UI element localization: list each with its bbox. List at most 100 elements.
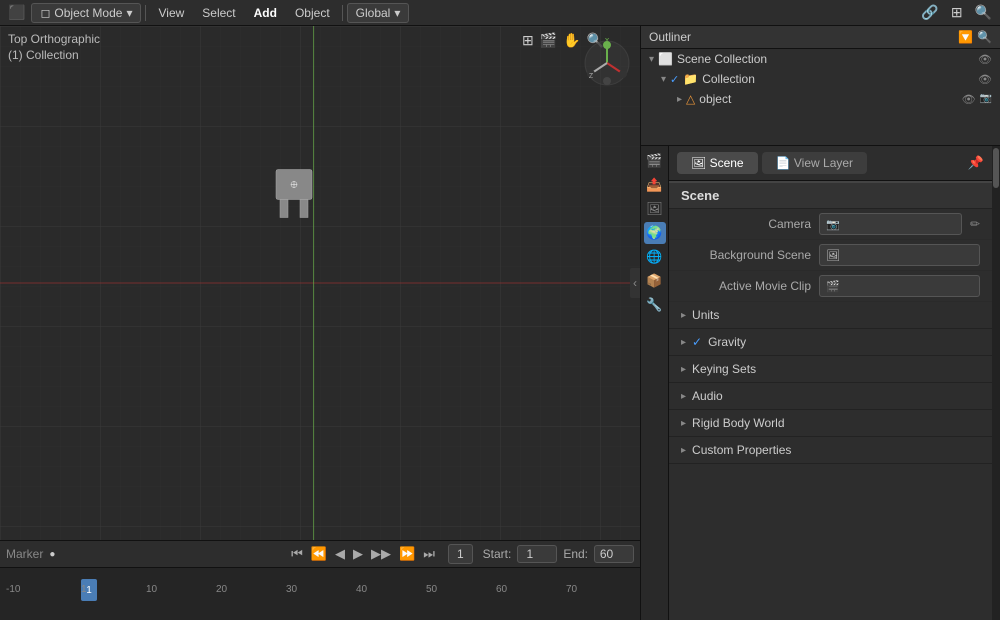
pin-icon[interactable]: 📌 [968,155,984,171]
view-layer-tab-icon: 📄 [776,156,794,170]
view-layer-props-btn[interactable]: 🖼 [644,198,666,220]
editor-type-icon[interactable]: ⬛ [4,2,29,23]
end-label: End: [563,547,588,561]
obj-label: object [699,92,731,106]
mesh-display-icon[interactable]: ⊞ [522,32,534,49]
obj-icon: △ [686,92,695,106]
custom-properties-collapse-header[interactable]: ▸ Custom Properties [669,437,992,463]
pan-icon[interactable]: ✋ [563,32,580,49]
overlay-icon[interactable]: ⊞ [947,2,967,23]
next-keyframe-btn[interactable]: ⏩ [396,545,418,563]
timeline-ruler[interactable]: 1 -10 1 10 20 30 40 50 60 70 [0,568,640,620]
camera-edit-icon[interactable]: ✏ [970,217,980,231]
prev-keyframe-btn[interactable]: ⏪ [308,545,330,563]
panel-collapse-button[interactable]: ‹ [630,268,640,298]
properties-scrollbar[interactable] [992,146,1000,620]
properties-icon-bar: 🎬 📤 🖼 🌍 🌐 📦 🔧 [641,146,669,620]
timeline-controls: Marker ● ⏮ ⏪ ◀ ▶ ▶▶ ⏩ ⏭ 1 Start: End: [0,541,640,568]
custom-properties-section: ▸ Custom Properties [669,437,992,464]
menu-object[interactable]: Object [287,4,338,22]
tab-view-layer[interactable]: 📄 View Layer [762,152,867,174]
eye-icon-0[interactable]: 👁 [978,53,992,66]
units-label: Units [692,308,719,322]
viewport-vis-icon[interactable]: 👁 [962,93,976,106]
gravity-label: Gravity [708,335,746,349]
tab-scene[interactable]: 🖼 Scene [677,152,758,174]
coll-label: Collection [702,72,755,86]
ruler-mark-20: 20 [216,584,227,595]
filter-icon[interactable]: 🔽 [958,30,973,44]
keying-sets-section: ▸ Keying Sets [669,356,992,383]
keying-sets-collapse-header[interactable]: ▸ Keying Sets [669,356,992,382]
start-frame-input[interactable] [517,545,557,563]
right-panel: Outliner 🔽 🔍 ▾ ⬜ Scene Collection 👁 ▾ ✓ [640,26,1000,620]
gravity-check[interactable]: ✓ [692,335,702,349]
search-outline-icon[interactable]: 🔍 [977,30,992,44]
bg-scene-value[interactable]: 🖼 [819,244,980,266]
scene-coll-icon: ⬜ [658,52,673,66]
modifier-props-btn[interactable]: 🔧 [644,294,666,316]
playback-controls: ⏮ ⏪ ◀ ▶ ▶▶ ⏩ ⏭ [288,545,438,563]
jump-start-btn[interactable]: ⏮ [288,545,306,563]
eye-icon-1[interactable]: 👁 [978,73,992,86]
outliner-item-collection[interactable]: ▾ ✓ 📁 Collection 👁 [641,69,1000,89]
viewport-grid [0,26,640,540]
scene-props-btn[interactable]: 🌍 [644,222,666,244]
outliner-item-object[interactable]: ▸ △ object 👁 📷 [641,89,1000,109]
ruler-mark-1: 1 [81,584,87,595]
mode-selector[interactable]: ◻ Object Mode ▾ [31,3,141,23]
jump-end-btn[interactable]: ⏭ [420,545,438,563]
scene-properties-content: Camera 📷 ✏ Background Scene 🖼 [669,209,992,620]
outliner-item-scene-collection[interactable]: ▾ ⬜ Scene Collection 👁 [641,49,1000,69]
ruler-mark-30: 30 [286,584,297,595]
outliner-panel: Outliner 🔽 🔍 ▾ ⬜ Scene Collection 👁 ▾ ✓ [641,26,1000,146]
render-vis-icon[interactable]: 📷 [980,93,992,106]
custom-props-label: Custom Properties [692,443,791,457]
camera-value[interactable]: 📷 [819,213,962,235]
frame-num-display: 1 [86,585,92,596]
ruler-mark-70: 70 [566,584,577,595]
camera-view-icon[interactable]: 🎬 [540,32,557,49]
ruler-mark-50: 50 [426,584,437,595]
prev-frame-btn[interactable]: ◀ [332,545,348,563]
viewport-area: Top Orthographic (1) Collection ⊞ 🎬 ✋ 🔍 [0,26,640,620]
mode-arrow: ▾ [126,6,132,20]
link-icon[interactable]: 🔗 [917,2,942,23]
mode-icon: ◻ [40,6,50,20]
search-icon[interactable]: 🔍 [971,2,996,23]
scrollbar-thumb[interactable] [993,148,999,188]
viewport-labels: Top Orthographic (1) Collection [8,32,100,62]
output-props-btn[interactable]: 📤 [644,174,666,196]
menu-add[interactable]: Add [246,4,285,22]
movie-clip-value[interactable]: 🎬 [819,275,980,297]
properties-main: 🖼 Scene 📄 View Layer 📌 Scene [669,146,992,620]
coll-actions: 👁 [978,73,992,86]
audio-section: ▸ Audio [669,383,992,410]
transform-orientation[interactable]: Global ▾ [347,3,410,23]
camera-label: Camera [681,217,811,231]
properties-layout: 🎬 📤 🖼 🌍 🌐 📦 🔧 🖼 Scene [641,146,1000,620]
camera-icon-sm: 📷 [826,218,840,231]
properties-tabs: 🖼 Scene 📄 View Layer 📌 [669,146,992,181]
world-props-btn[interactable]: 🌐 [644,246,666,268]
menu-view[interactable]: View [150,4,192,22]
play-btn[interactable]: ▶ [350,545,366,563]
gravity-section: ▸ ✓ Gravity [669,329,992,356]
custom-props-arrow: ▸ [681,445,686,456]
units-arrow: ▸ [681,310,686,321]
audio-collapse-header[interactable]: ▸ Audio [669,383,992,409]
background-scene-row: Background Scene 🖼 [669,240,992,271]
next-frame-btn[interactable]: ▶▶ [368,545,394,563]
menu-select[interactable]: Select [194,4,243,22]
viewport-canvas[interactable]: Top Orthographic (1) Collection ⊞ 🎬 ✋ 🔍 [0,26,640,540]
object-props-btn[interactable]: 📦 [644,270,666,292]
ruler-mark-40: 40 [356,584,367,595]
end-frame-input[interactable] [594,545,634,563]
movie-clip-icon-sm: 🎬 [826,280,840,293]
units-collapse-header[interactable]: ▸ Units [669,302,992,328]
gravity-collapse-header[interactable]: ▸ ✓ Gravity [669,329,992,355]
rigid-body-world-collapse-header[interactable]: ▸ Rigid Body World [669,410,992,436]
render-props-btn[interactable]: 🎬 [644,150,666,172]
properties-panel: 🎬 📤 🖼 🌍 🌐 📦 🔧 🖼 Scene [641,146,1000,620]
viewport-collection-label: (1) Collection [8,48,100,62]
